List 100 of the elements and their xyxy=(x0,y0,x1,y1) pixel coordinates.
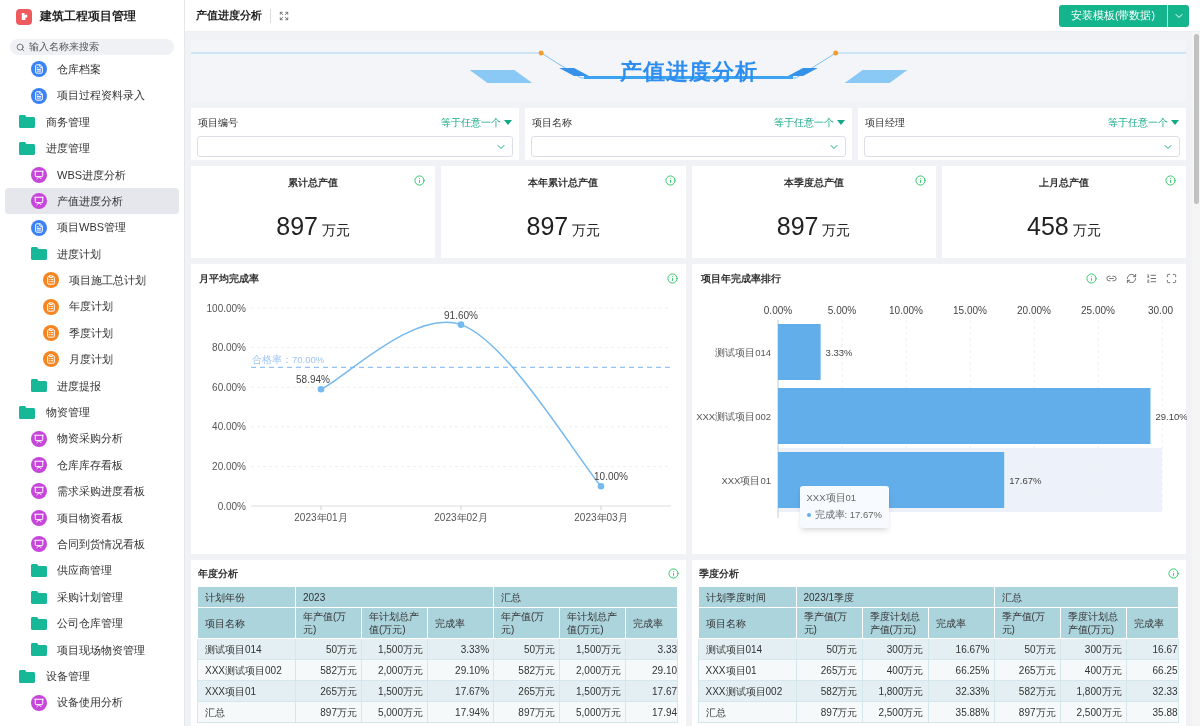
kpi-unit: 万元 xyxy=(572,221,601,240)
fullscreen-icon[interactable] xyxy=(279,10,289,21)
sidebar-item[interactable]: 进度提报 xyxy=(5,372,179,400)
table-cell: 3.33% xyxy=(427,638,494,660)
sidebar-item[interactable]: 商务管理 xyxy=(5,108,179,136)
info-icon[interactable] xyxy=(664,175,676,186)
select-field[interactable] xyxy=(864,136,1180,157)
axis-label: XXX项目01 xyxy=(720,474,771,486)
scrollbar-thumb[interactable] xyxy=(1193,34,1199,204)
axis-label: 0.00% xyxy=(763,305,792,316)
refresh-icon[interactable] xyxy=(1126,272,1137,284)
clipboard-icon xyxy=(43,351,59,368)
info-icon[interactable] xyxy=(914,175,926,186)
info-icon[interactable] xyxy=(1168,567,1179,579)
table-cell: 2,500万元 xyxy=(862,701,928,723)
kpi-value: 897 xyxy=(776,211,819,242)
document-icon xyxy=(31,87,47,104)
sidebar-item[interactable]: WBS进度分析 xyxy=(5,161,179,188)
table-cell: 17.67% xyxy=(427,680,494,702)
data-point[interactable] xyxy=(317,386,325,393)
sidebar-item[interactable]: 物资采购分析 xyxy=(5,425,179,452)
sidebar-item[interactable]: 月度计划 xyxy=(5,346,179,373)
header-cell: 项目名称 xyxy=(197,607,296,639)
search-input[interactable]: 输入名称来搜索 xyxy=(29,39,168,55)
dropdown-button[interactable] xyxy=(1167,4,1189,27)
sidebar-item[interactable]: 公司仓库管理 xyxy=(5,610,179,637)
table-cell: 897万元 xyxy=(295,701,362,723)
sidebar-item[interactable]: 年度计划 xyxy=(5,293,179,320)
sidebar-item[interactable]: 产值进度分析 xyxy=(5,187,179,215)
table-cell: XXX项目01 xyxy=(698,659,796,681)
folder-icon xyxy=(19,405,35,419)
data-label: 10.00% xyxy=(594,471,628,483)
select-field[interactable] xyxy=(197,136,513,157)
data-point[interactable] xyxy=(597,482,605,490)
sidebar-item[interactable]: 仓库库存看板 xyxy=(5,451,179,479)
sidebar-item[interactable]: 仓库档案 xyxy=(5,56,179,83)
table-cell: 17.94% xyxy=(427,701,494,723)
axis-label: 20.00% xyxy=(212,460,246,472)
info-icon[interactable] xyxy=(666,272,678,284)
table-cell: 897万元 xyxy=(994,701,1060,723)
folder-icon xyxy=(31,247,47,261)
header-cell: 完成率 xyxy=(928,607,994,639)
clipboard-icon xyxy=(43,325,59,342)
kpi-value: 897 xyxy=(526,211,569,242)
tooltip-title: XXX项目01 xyxy=(806,491,858,505)
axis-label: 15.00% xyxy=(952,305,987,316)
sidebar-item[interactable]: 合同到货情况看板 xyxy=(5,531,179,558)
presentation-icon xyxy=(31,457,47,474)
filter-label: 项目经理 xyxy=(865,116,906,130)
axis-label: XXX测试项目002 xyxy=(695,410,771,422)
sidebar-item[interactable]: 项目过程资料录入 xyxy=(5,82,179,109)
header-cell: 年计划总产值(万元) xyxy=(361,607,428,639)
data-point[interactable] xyxy=(457,321,465,328)
clipboard-icon xyxy=(43,272,59,289)
kpi-title: 本年累计总产值 xyxy=(528,176,599,190)
table-cell: 汇总 xyxy=(698,701,796,723)
sidebar-item[interactable]: 项目物资看板 xyxy=(5,504,179,532)
axis-label: 20.00% xyxy=(1016,305,1051,316)
kpi-unit: 万元 xyxy=(1072,221,1101,240)
table-cell: 17.67 xyxy=(625,680,678,702)
fullscreen-icon[interactable] xyxy=(1166,272,1177,284)
sidebar-item[interactable]: 项目施工总计划 xyxy=(5,267,179,294)
card-title: 季度分析 xyxy=(698,566,739,581)
table-cell: 1,500万元 xyxy=(361,680,428,702)
table-cell: 汇总 xyxy=(197,701,296,723)
select-field[interactable] xyxy=(530,136,847,157)
bar[interactable] xyxy=(777,388,1150,444)
table-cell: 582万元 xyxy=(796,680,862,702)
sidebar-item[interactable]: 设备管理 xyxy=(5,663,179,690)
header-cell: 汇总 xyxy=(493,586,678,608)
sidebar-item[interactable]: 项目WBS管理 xyxy=(5,214,179,241)
sidebar-item[interactable]: 供应商管理 xyxy=(5,557,179,584)
sidebar-item[interactable]: 季度计划 xyxy=(5,319,179,347)
folder-icon xyxy=(31,643,47,657)
sidebar-item[interactable]: 进度计划 xyxy=(5,240,179,268)
header-cell: 完成率 xyxy=(625,607,678,639)
table-cell: 2,000万元 xyxy=(361,659,428,681)
sidebar-item[interactable]: 设备使用分析 xyxy=(5,689,179,716)
info-icon[interactable] xyxy=(1165,175,1176,186)
info-icon[interactable] xyxy=(667,567,679,579)
search-field[interactable]: 输入名称来搜索 xyxy=(10,39,174,55)
table-cell: 1,800万元 xyxy=(862,680,928,702)
sidebar-item[interactable]: 物资管理 xyxy=(5,399,179,426)
table-cell: 300万元 xyxy=(1060,638,1126,660)
sidebar-item[interactable]: 需求采购进度看板 xyxy=(5,478,179,505)
info-icon[interactable] xyxy=(1086,272,1097,284)
sidebar-item[interactable]: 采购计划管理 xyxy=(5,583,179,611)
table-cell: 32.33% xyxy=(928,680,994,702)
sort-icon[interactable] xyxy=(1146,272,1157,284)
presentation-icon xyxy=(31,430,47,447)
header-cell: 完成率 xyxy=(427,607,494,639)
sidebar-item[interactable]: 进度管理 xyxy=(5,135,179,162)
app-title: 建筑工程项目管理 xyxy=(40,8,136,24)
kpi-unit: 万元 xyxy=(322,221,350,240)
info-icon[interactable] xyxy=(414,175,426,186)
kpi-value: 458 xyxy=(1027,211,1069,242)
sidebar-item[interactable]: 项目现场物资管理 xyxy=(5,636,179,663)
table-cell: 582万元 xyxy=(493,659,560,681)
bar[interactable] xyxy=(777,324,821,380)
table-cell: XXX测试项目002 xyxy=(197,659,296,681)
